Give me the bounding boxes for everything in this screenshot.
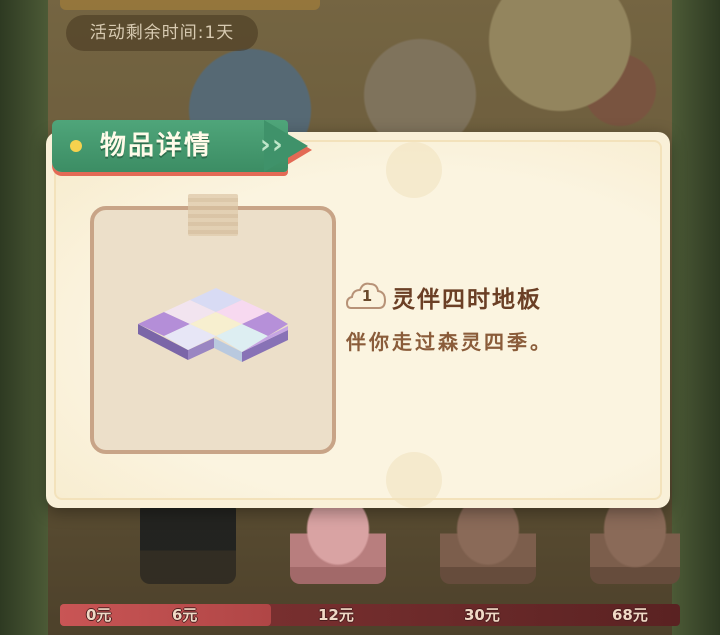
item-quantity: 1	[361, 287, 373, 305]
item-name: 灵伴四时地板	[392, 287, 542, 313]
price-label: 0元	[86, 606, 112, 624]
purchase-progress-bar	[60, 604, 680, 626]
price-label: 6元	[172, 606, 198, 624]
price-label: 68元	[612, 606, 648, 624]
chevron-right-icon: ›	[272, 130, 283, 160]
price-label: 12元	[318, 606, 354, 624]
dialog-title-ribbon: 物品详情 › ›	[52, 120, 312, 178]
bullet-dot-icon	[70, 140, 82, 152]
decorative-circle	[386, 142, 442, 198]
reward-row	[120, 500, 680, 590]
price-label: 30元	[464, 606, 500, 624]
tape-decoration	[188, 194, 238, 236]
event-timer: 活动剩余时间:1天	[66, 15, 258, 51]
dialog-title: 物品详情	[100, 131, 213, 161]
pastel-floor-tile-icon	[138, 288, 288, 362]
background-top-banner	[60, 0, 320, 10]
reward-item[interactable]	[440, 500, 536, 584]
reward-item[interactable]	[590, 500, 680, 584]
reward-item[interactable]	[290, 500, 386, 584]
game-screen: 活动剩余时间:1天 0元 6元 12元 30元 68元 物品详情 › › 1 灵…	[0, 0, 720, 635]
item-description: 伴你走过森灵四季。	[346, 330, 553, 354]
reward-item[interactable]	[140, 500, 236, 584]
decorative-circle	[386, 452, 442, 508]
background-left-edge	[0, 0, 48, 635]
